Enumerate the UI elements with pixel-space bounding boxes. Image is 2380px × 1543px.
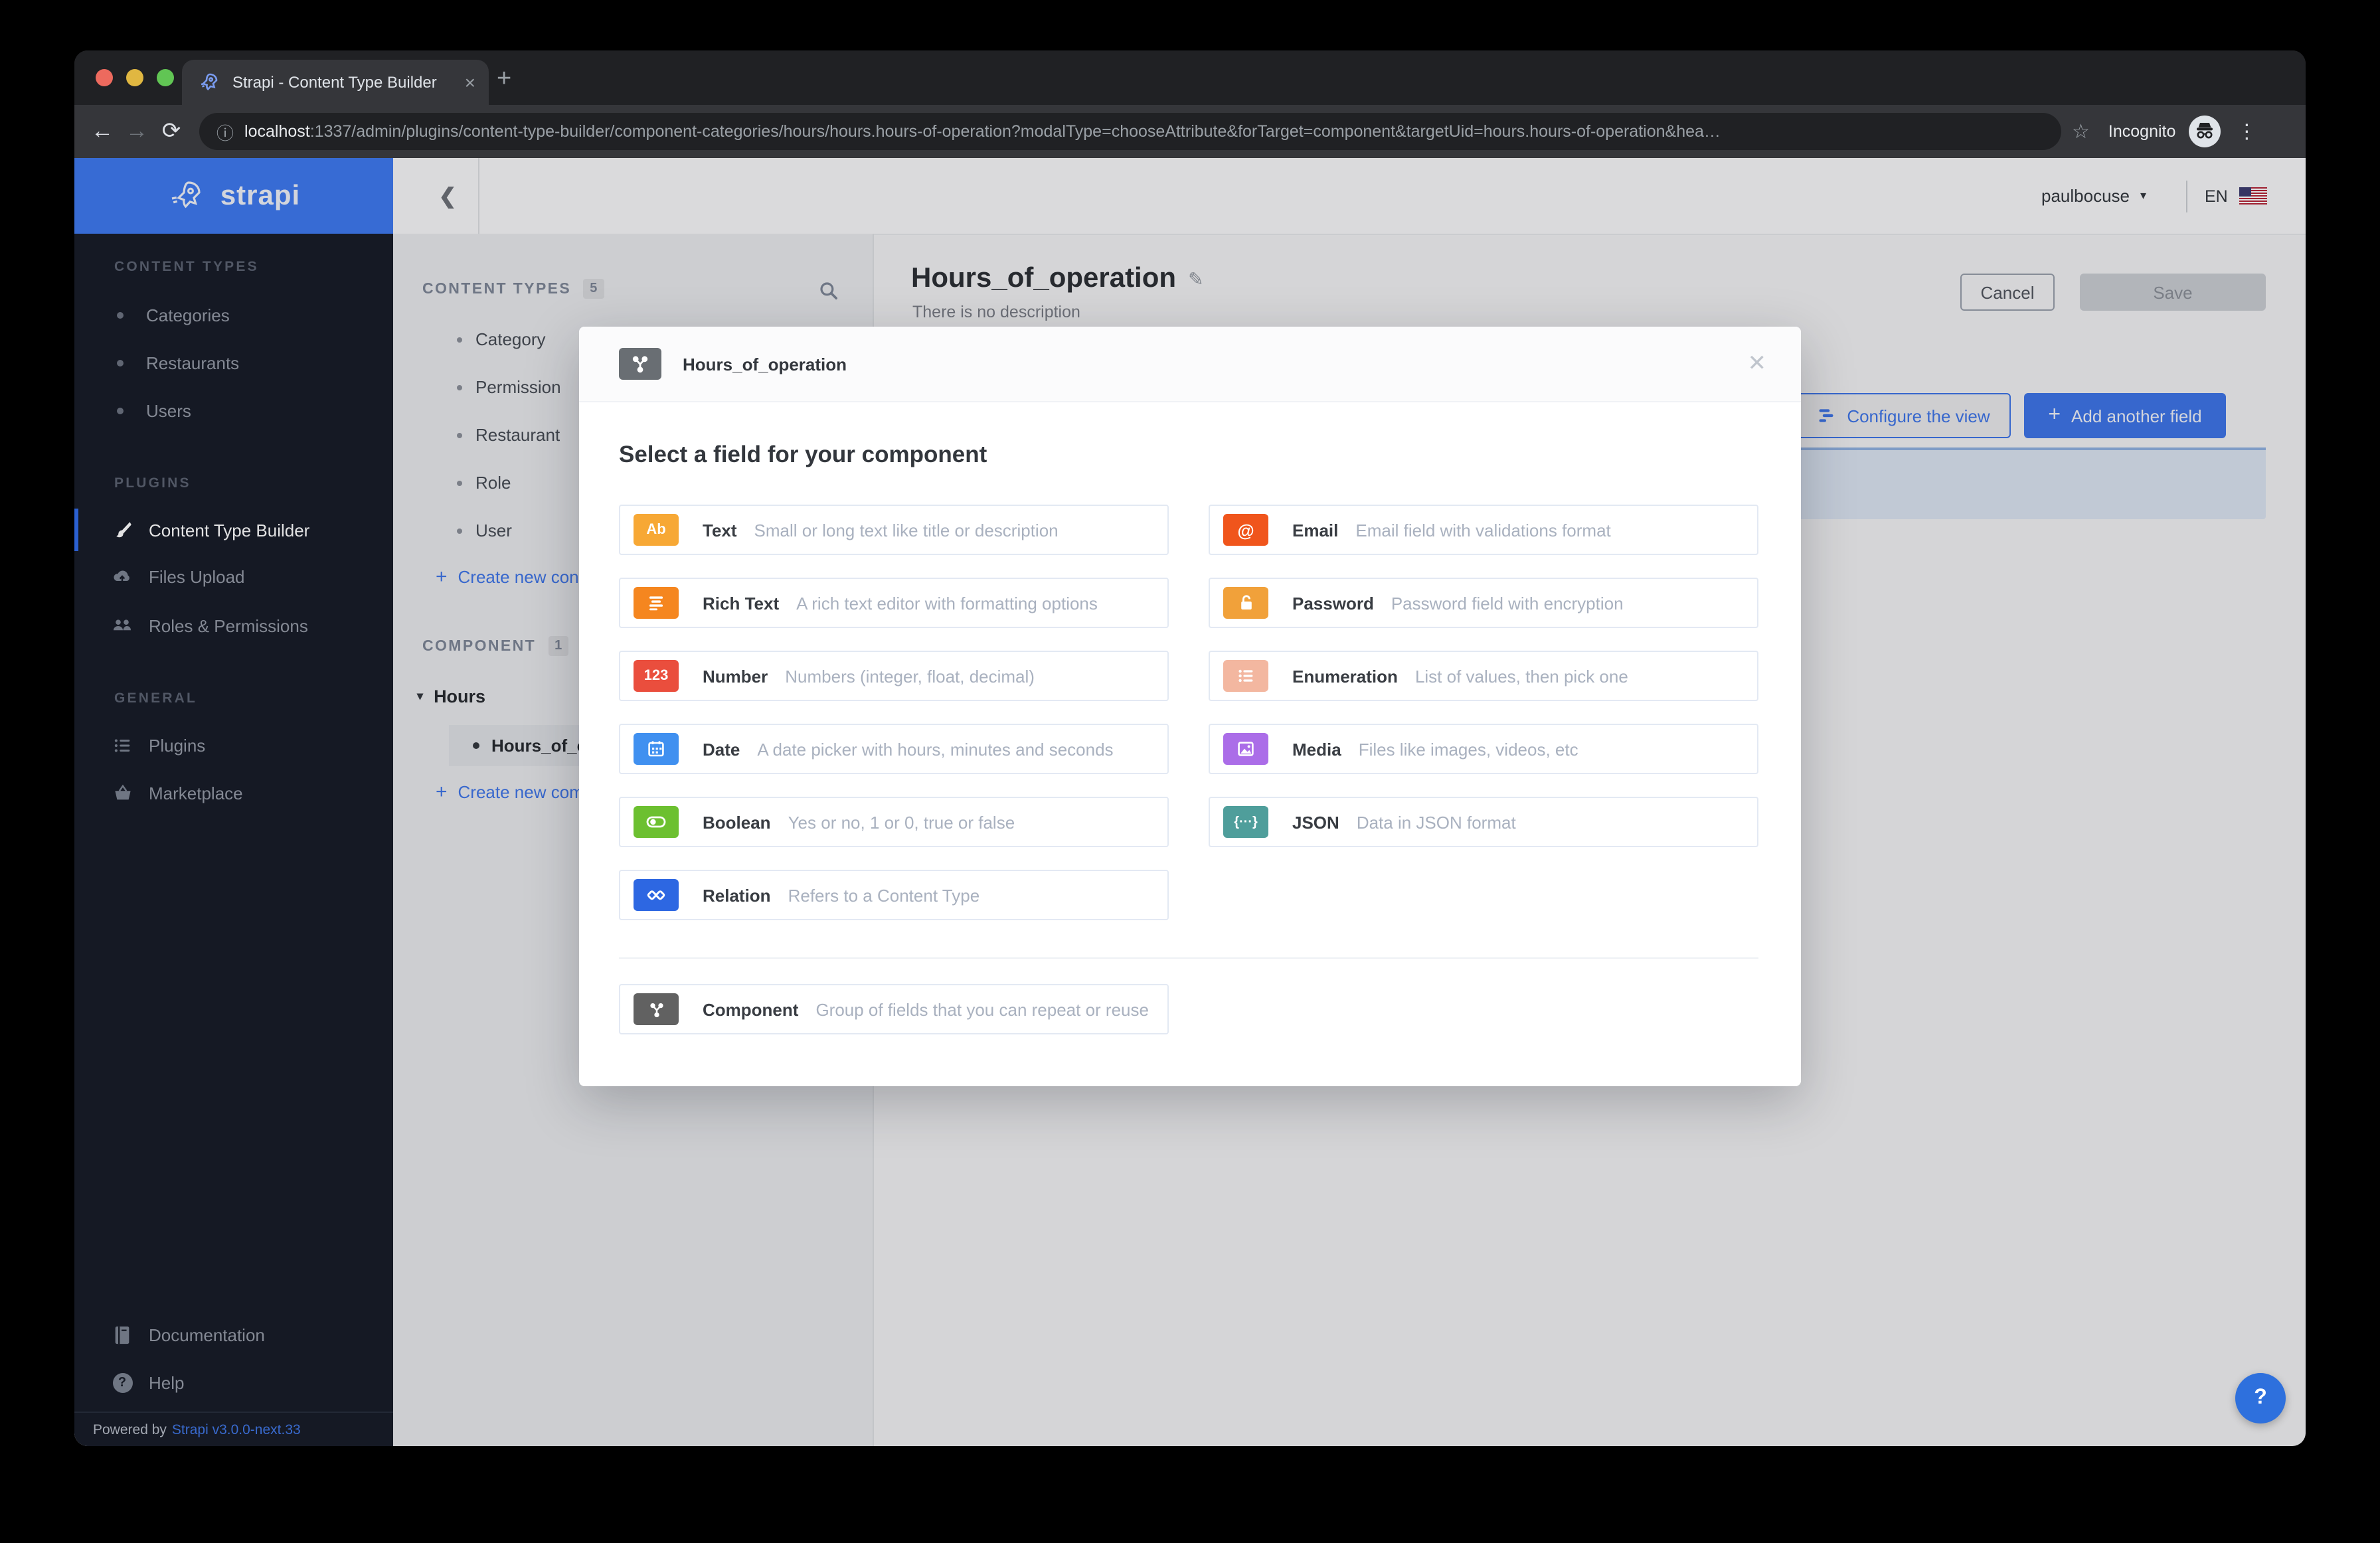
- field-card-json[interactable]: {···} JSON Data in JSON format: [1209, 797, 1758, 847]
- browser-toolbar: ← → ⟳ ⓘ localhost:1337/admin/plugins/con…: [74, 105, 2306, 158]
- choose-field-modal: Hours_of_operation ✕ Select a field for …: [579, 327, 1801, 1086]
- modal-heading: Select a field for your component: [619, 441, 987, 467]
- field-card-text[interactable]: Ab Text Small or long text like title or …: [619, 505, 1169, 555]
- url-path: :1337/admin/plugins/content-type-builder…: [309, 122, 1721, 141]
- password-field-icon: [1223, 587, 1268, 619]
- back-icon[interactable]: ←: [85, 118, 120, 145]
- reload-icon[interactable]: ⟳: [154, 118, 189, 145]
- field-card-password[interactable]: Password Password field with encryption: [1209, 578, 1758, 628]
- text-field-icon: Ab: [634, 514, 679, 546]
- field-card-rich-text[interactable]: Rich Text A rich text editor with formatt…: [619, 578, 1169, 628]
- modal-header: Hours_of_operation ✕: [579, 327, 1801, 402]
- rich-text-field-icon: [634, 587, 679, 619]
- incognito-avatar-icon: [2189, 116, 2221, 147]
- url-host: localhost: [244, 122, 310, 141]
- help-button[interactable]: ?: [2235, 1373, 2286, 1423]
- maximize-window-button[interactable]: [157, 69, 174, 86]
- browser-tab[interactable]: Strapi - Content Type Builder ×: [182, 60, 489, 105]
- tab-title: Strapi - Content Type Builder: [232, 73, 437, 92]
- bookmark-star-icon[interactable]: ☆: [2072, 120, 2090, 143]
- media-field-icon: [1223, 733, 1268, 765]
- desktop: Strapi - Content Type Builder × + ← → ⟳ …: [0, 0, 2380, 1543]
- strapi-app: strapi CONTENT TYPES Categories Restaura…: [74, 158, 2306, 1446]
- site-info-icon[interactable]: ⓘ: [216, 119, 234, 144]
- forward-icon[interactable]: →: [120, 118, 154, 145]
- relation-field-icon: [634, 879, 679, 911]
- enumeration-field-icon: [1223, 660, 1268, 692]
- number-field-icon: 123: [634, 660, 679, 692]
- component-field-icon: [634, 993, 679, 1025]
- field-card-media[interactable]: Media Files like images, videos, etc: [1209, 724, 1758, 774]
- field-card-boolean[interactable]: Boolean Yes or no, 1 or 0, true or false: [619, 797, 1169, 847]
- tab-strip: Strapi - Content Type Builder × +: [74, 50, 2306, 105]
- email-field-icon: @: [1223, 514, 1268, 546]
- field-card-relation[interactable]: Relation Refers to a Content Type: [619, 870, 1169, 920]
- field-card-number[interactable]: 123 Number Numbers (integer, float, decim…: [619, 651, 1169, 701]
- field-card-enumeration[interactable]: Enumeration List of values, then pick one: [1209, 651, 1758, 701]
- tab-favicon-rocket-icon: [198, 72, 219, 93]
- component-icon: [619, 348, 661, 380]
- modal-divider: [619, 957, 1758, 959]
- date-field-icon: [634, 733, 679, 765]
- browser-menu-icon[interactable]: ⋮: [2237, 120, 2258, 143]
- minimize-window-button[interactable]: [126, 69, 143, 86]
- browser-window: Strapi - Content Type Builder × + ← → ⟳ …: [74, 50, 2306, 1446]
- new-tab-button[interactable]: +: [497, 65, 511, 94]
- field-card-email[interactable]: @ Email Email field with validations form…: [1209, 505, 1758, 555]
- url-bar[interactable]: ⓘ localhost:1337/admin/plugins/content-t…: [199, 113, 2061, 150]
- incognito-label: Incognito: [2108, 122, 2176, 141]
- boolean-field-icon: [634, 806, 679, 838]
- close-window-button[interactable]: [96, 69, 113, 86]
- modal-title: Hours_of_operation: [683, 354, 847, 374]
- close-icon[interactable]: ✕: [1748, 327, 1767, 401]
- tab-close-icon[interactable]: ×: [465, 72, 475, 93]
- field-card-component[interactable]: Component Group of fields that you can re…: [619, 984, 1169, 1034]
- json-field-icon: {···}: [1223, 806, 1268, 838]
- field-card-date[interactable]: Date A date picker with hours, minutes an…: [619, 724, 1169, 774]
